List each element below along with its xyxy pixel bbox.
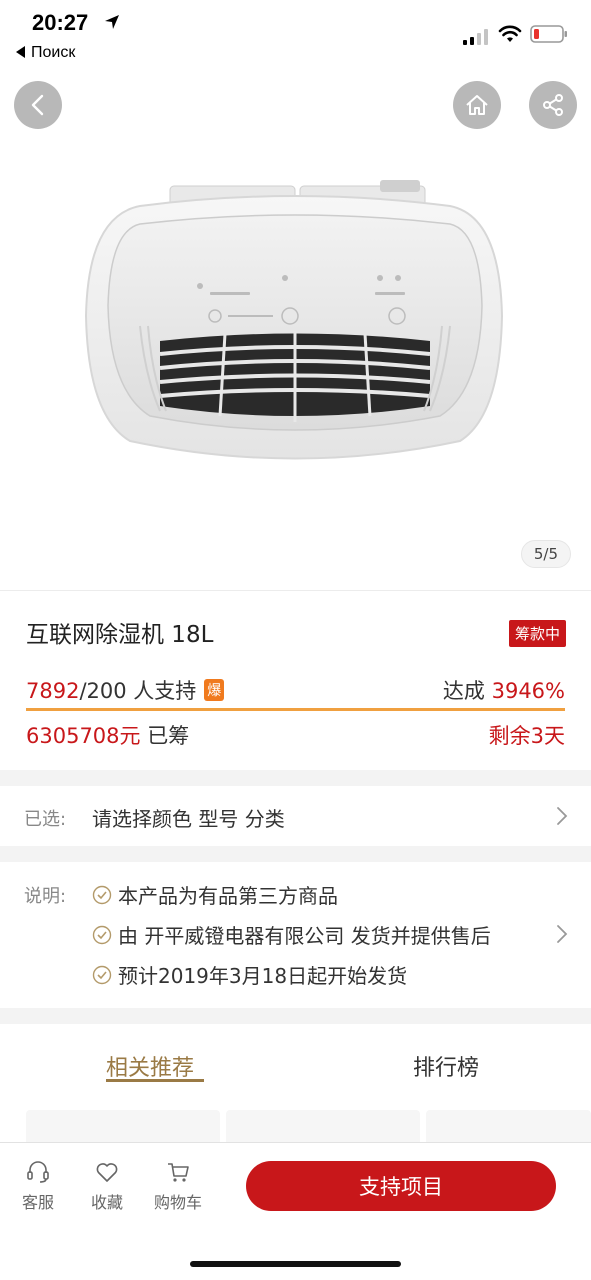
- section-gap: [0, 846, 591, 862]
- cellular-signal-icon: [463, 29, 488, 45]
- note-text: 本产品为有品第三方商品: [118, 884, 338, 908]
- product-gallery[interactable]: 5/5: [0, 68, 591, 588]
- supporters-row: 7892/200 人支持爆: [26, 675, 225, 705]
- funding-progress-bar: [26, 708, 565, 711]
- battery-icon: [530, 25, 567, 43]
- status-bar: 20:27 Поиск: [0, 0, 591, 68]
- tab-recommendations[interactable]: 相关推荐: [106, 1050, 194, 1082]
- back-app-label: Поиск: [31, 44, 76, 61]
- active-tab-indicator: [106, 1079, 204, 1082]
- supporters-count: 7892: [26, 679, 80, 703]
- cart-button[interactable]: 购物车: [148, 1159, 208, 1213]
- share-button[interactable]: [529, 81, 577, 129]
- wifi-icon: [498, 25, 522, 42]
- customer-service-label: 客服: [21, 1193, 54, 1212]
- note-text: 预计2019年3月18日起开始发货: [118, 964, 408, 988]
- reached-label: 达成: [442, 679, 492, 703]
- chevron-left-icon: [31, 94, 44, 116]
- home-button[interactable]: [453, 81, 501, 129]
- selection-value[interactable]: 请选择颜色 型号 分类: [92, 803, 285, 832]
- recommendation-card[interactable]: [426, 1110, 591, 1146]
- note-text: 由 开平威镫电器有限公司 发货并提供售后: [118, 924, 491, 948]
- share-icon: [543, 94, 563, 116]
- status-time: 20:27: [32, 10, 89, 35]
- heart-icon: [96, 1163, 118, 1182]
- selection-row[interactable]: [0, 786, 591, 846]
- chevron-right-icon[interactable]: [556, 806, 568, 826]
- favorite-label: 收藏: [90, 1193, 123, 1212]
- recommendation-card[interactable]: [26, 1110, 220, 1146]
- supporters-suffix: /200 人支持: [79, 679, 197, 703]
- tab-rankings[interactable]: 排行榜: [413, 1050, 479, 1082]
- customer-service-button[interactable]: 客服: [8, 1159, 68, 1213]
- reached-row: 达成 3946%: [443, 675, 565, 705]
- divider: [0, 590, 591, 591]
- section-gap: [0, 1008, 591, 1024]
- gallery-pager: 5/5: [520, 540, 571, 568]
- note-item: 预计2019年3月18日起开始发货: [92, 960, 407, 989]
- funding-progress-fill: [26, 708, 565, 711]
- section-gap: [0, 770, 591, 786]
- support-project-button[interactable]: 支持项目: [246, 1161, 556, 1211]
- check-circle-icon: [92, 885, 112, 904]
- cart-label: 购物车: [153, 1193, 202, 1212]
- home-icon: [466, 95, 488, 115]
- raised-suffix: 已筹: [140, 724, 190, 748]
- favorite-button[interactable]: 收藏: [77, 1159, 137, 1213]
- note-item: 本产品为有品第三方商品: [92, 880, 338, 909]
- bottom-action-bar: 客服 收藏 购物车 支持项目: [0, 1142, 591, 1280]
- selection-label: 已选:: [24, 809, 67, 830]
- chevron-right-icon[interactable]: [556, 924, 568, 944]
- check-circle-icon: [92, 925, 112, 944]
- note-item[interactable]: 由 开平威镫电器有限公司 发货并提供售后: [92, 920, 491, 949]
- status-badge: 筹款中: [508, 620, 566, 647]
- notes-label: 说明:: [24, 886, 67, 907]
- headset-icon: [27, 1161, 49, 1183]
- remaining-time: 剩余3天: [488, 724, 565, 748]
- reached-value: 3946%: [491, 679, 565, 703]
- back-button[interactable]: [14, 81, 62, 129]
- location-arrow-icon: [105, 15, 119, 29]
- back-triangle-icon: [16, 45, 25, 58]
- cart-icon: [168, 1163, 189, 1182]
- raised-row: 6305708元 已筹: [26, 720, 189, 750]
- dehumidifier-product-image: [84, 180, 504, 460]
- home-indicator: [190, 1261, 401, 1267]
- check-circle-icon: [92, 965, 112, 984]
- product-title: 互联网除湿机 18L: [26, 622, 214, 648]
- raised-value: 6305708元: [26, 724, 141, 748]
- recommendation-card[interactable]: [226, 1110, 420, 1146]
- back-to-app-link[interactable]: Поиск: [16, 44, 75, 62]
- hot-badge: 爆: [204, 679, 225, 701]
